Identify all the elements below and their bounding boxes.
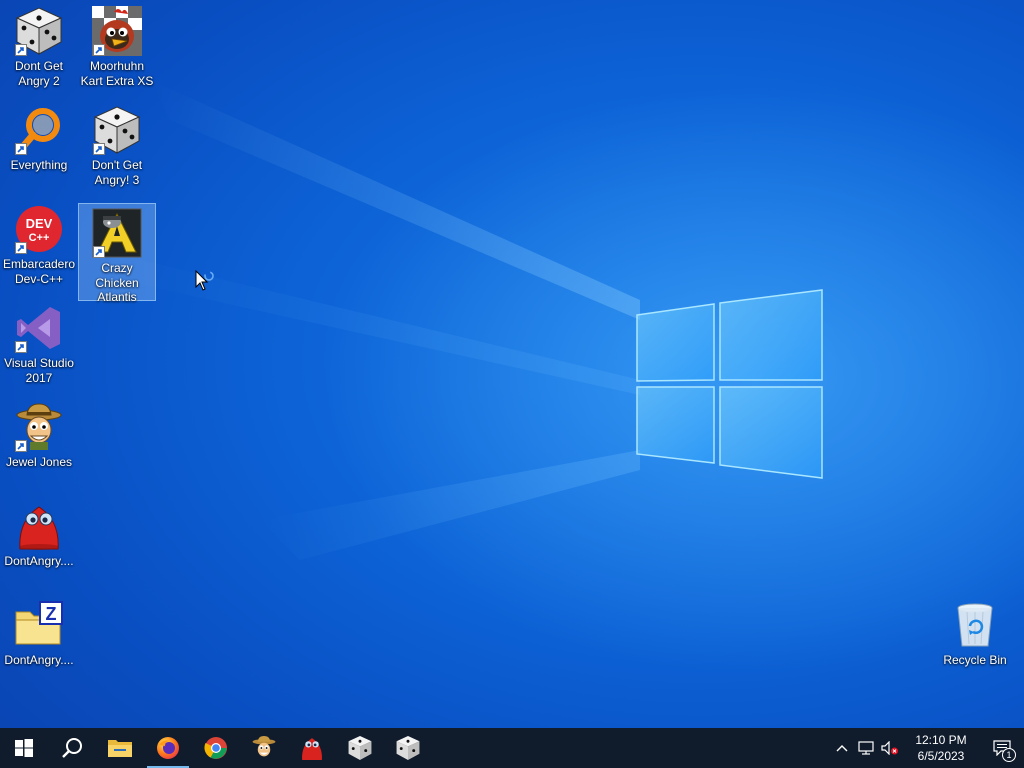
desktop-icon-label: Don't Get Angry! 3	[91, 158, 143, 187]
network-icon	[858, 741, 874, 755]
volume-button[interactable]	[878, 728, 902, 768]
clock-time: 12:10 PM	[915, 733, 967, 747]
desktop-icon-label: Moorhuhn Kart Extra XS	[80, 59, 154, 88]
desktop-icon-jewel-jones[interactable]: Jewel Jones	[0, 398, 78, 496]
notification-count-badge: 1	[1002, 748, 1016, 762]
desktop-icon-label: Jewel Jones	[5, 455, 73, 469]
show-hidden-icons-button[interactable]	[830, 728, 854, 768]
system-tray: 12:10 PM 6/5/2023 1	[830, 728, 1024, 768]
desktop-icon-dontangry-app[interactable]: DontAngry....	[0, 497, 78, 595]
network-button[interactable]	[854, 728, 878, 768]
clock[interactable]: 12:10 PM 6/5/2023	[902, 728, 980, 768]
desktop[interactable]: Dont Get Angry 2 Moorhuhn Kart Extra XS	[0, 0, 1024, 728]
desktop-icon-label: DontAngry....	[4, 554, 74, 568]
desktop-icon-dontangry-archive[interactable]: Z DontAngry....	[0, 596, 78, 694]
taskbar-file-explorer[interactable]	[96, 728, 144, 768]
file-explorer-icon	[108, 740, 132, 757]
desktop-icon-label: Visual Studio 2017	[4, 356, 74, 385]
clock-date: 6/5/2023	[917, 749, 965, 763]
speaker-muted-icon	[881, 741, 898, 755]
desktop-icon-label: Crazy Chicken Atlantis	[95, 261, 139, 304]
chevron-up-icon	[836, 745, 848, 752]
desktop-icon-everything[interactable]: Everything	[0, 101, 78, 199]
taskbar-chrome[interactable]	[192, 728, 240, 768]
search-button[interactable]	[48, 728, 96, 768]
zip-folder-icon: Z	[15, 601, 63, 645]
taskbar-dont-get-angry-2[interactable]	[336, 728, 384, 768]
dice-icon	[348, 736, 372, 760]
desktop-icon-devcpp[interactable]: DEV C++ Embarcadero Dev-C++	[0, 200, 78, 298]
red-blob-icon	[302, 738, 322, 760]
shortcut-arrow-icon	[93, 143, 105, 155]
dice-icon	[396, 736, 420, 760]
shortcut-arrow-icon	[15, 242, 27, 254]
recycle-bin-icon	[957, 603, 993, 647]
desktop-icon-crazy-chicken-atlantis[interactable]: Crazy Chicken Atlantis	[78, 203, 156, 304]
firefox-icon	[157, 737, 179, 759]
desktop-icon-label: DontAngry....	[4, 653, 74, 667]
taskbar-dont-get-angry-3[interactable]	[384, 728, 432, 768]
taskbar-jewel-jones[interactable]	[240, 728, 288, 768]
svg-text:DEV: DEV	[26, 216, 53, 231]
desktop-icon-label: Embarcadero Dev-C++	[2, 257, 76, 286]
windows-start-icon	[15, 739, 33, 757]
shortcut-arrow-icon	[15, 440, 27, 452]
svg-text:Z: Z	[46, 604, 57, 624]
desktop-icon-dont-get-angry-2[interactable]: Dont Get Angry 2	[0, 2, 78, 100]
desktop-icon-recycle-bin[interactable]: Recycle Bin	[936, 596, 1014, 694]
search-icon	[62, 738, 82, 758]
chrome-icon	[204, 737, 227, 759]
desktop-icon-dont-get-angry-3[interactable]: Don't Get Angry! 3	[78, 101, 156, 199]
shortcut-arrow-icon	[15, 143, 27, 155]
action-center-button[interactable]: 1	[980, 728, 1024, 768]
desktop-icon-moorhuhn-kart[interactable]: Moorhuhn Kart Extra XS	[78, 2, 156, 100]
shortcut-arrow-icon	[93, 44, 105, 56]
jewel-jones-icon	[252, 736, 276, 757]
red-blob-icon	[19, 506, 59, 550]
desktop-icon-label: Recycle Bin	[943, 653, 1007, 667]
shortcut-arrow-icon	[15, 44, 27, 56]
taskbar-firefox[interactable]	[144, 728, 192, 768]
desktop-icon-label: Dont Get Angry 2	[14, 59, 64, 88]
shortcut-arrow-icon	[93, 246, 105, 258]
start-button[interactable]	[0, 728, 48, 768]
mouse-pointer-busy-icon	[195, 270, 214, 291]
desktop-icon-label: Everything	[10, 158, 68, 172]
svg-text:C++: C++	[29, 232, 50, 244]
shortcut-arrow-icon	[15, 341, 27, 353]
windows-wallpaper-logo	[636, 289, 823, 479]
desktop-icon-visual-studio-2017[interactable]: Visual Studio 2017	[0, 299, 78, 397]
taskbar: 12:10 PM 6/5/2023 1	[0, 728, 1024, 768]
taskbar-dontangry[interactable]	[288, 728, 336, 768]
